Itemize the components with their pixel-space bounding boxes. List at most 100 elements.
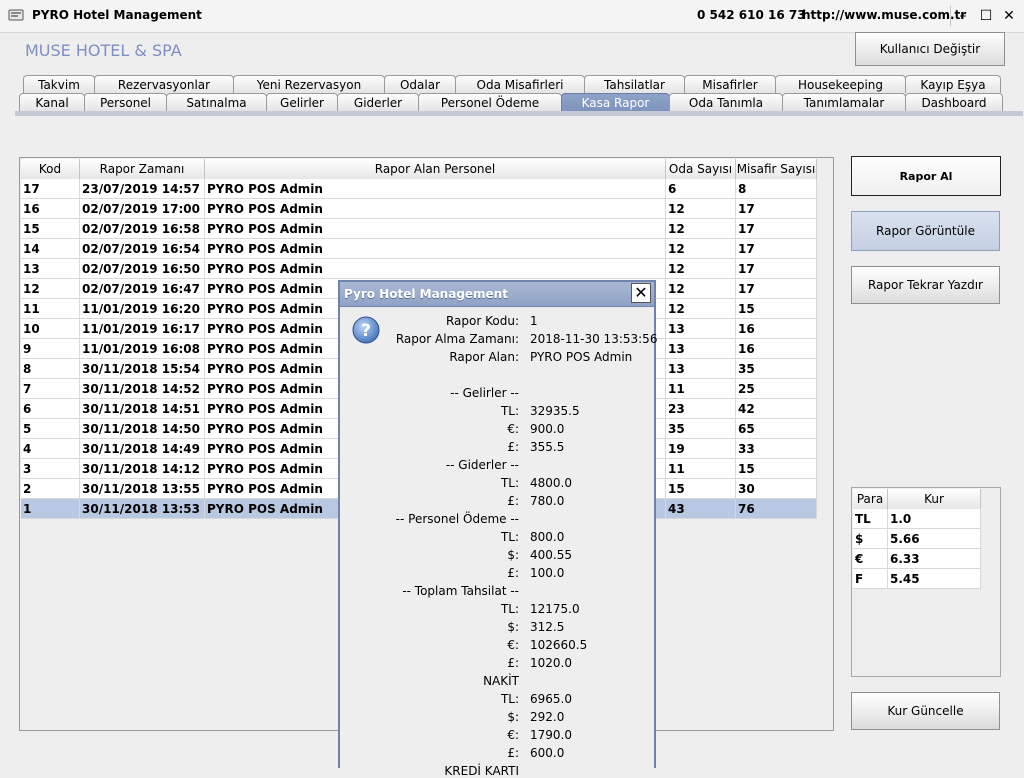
column-header-misafir-sayisi[interactable]: Misafir Sayısı bbox=[736, 159, 817, 179]
dialog-value: 32935.5 bbox=[530, 404, 580, 418]
tab-personel-odeme[interactable]: Personel Ödeme bbox=[418, 93, 562, 111]
cell-misafir-sayisi: 65 bbox=[736, 419, 817, 439]
cell-kod: 9 bbox=[21, 339, 80, 359]
take-report-button[interactable]: Rapor Al bbox=[851, 156, 1001, 196]
cell-rapor-zamani: 30/11/2018 14:51 bbox=[80, 399, 205, 419]
cell-rapor-zamani: 30/11/2018 14:52 bbox=[80, 379, 205, 399]
cell-kod: 14 bbox=[21, 239, 80, 259]
table-row[interactable]: 15 02/07/2019 16:58 PYRO POS Admin 12 17 bbox=[21, 219, 817, 239]
cell-kod: 3 bbox=[21, 459, 80, 479]
column-header-oda-sayisi[interactable]: Oda Sayısı bbox=[666, 159, 736, 179]
cell-oda-sayisi: 12 bbox=[666, 239, 736, 259]
dialog-value: 400.55 bbox=[530, 548, 572, 562]
rate-currency: TL bbox=[853, 509, 888, 529]
table-row[interactable]: 14 02/07/2019 16:54 PYRO POS Admin 12 17 bbox=[21, 239, 817, 259]
cell-oda-sayisi: 13 bbox=[666, 319, 736, 339]
rate-row[interactable]: €6.33 bbox=[853, 549, 981, 569]
rate-value: 1.0 bbox=[888, 509, 981, 529]
tab-satinalma[interactable]: Satınalma bbox=[166, 93, 267, 111]
dialog-label: Rapor Alma Zamanı: bbox=[395, 332, 519, 346]
dialog-value: 1 bbox=[530, 314, 538, 328]
tab-personel[interactable]: Personel bbox=[84, 93, 167, 111]
cell-rapor-zamani: 02/07/2019 17:00 bbox=[80, 199, 205, 219]
column-header-para[interactable]: Para bbox=[853, 489, 888, 509]
tab-rezervasyonlar[interactable]: Rezervasyonlar bbox=[94, 75, 234, 93]
tab-tanimlamalar[interactable]: Tanımlamalar bbox=[782, 93, 906, 111]
tab-kayip-esya[interactable]: Kayıp Eşya bbox=[905, 75, 1001, 93]
cell-rapor-zamani: 02/07/2019 16:50 bbox=[80, 259, 205, 279]
cell-misafir-sayisi: 42 bbox=[736, 399, 817, 419]
title-separator bbox=[950, 6, 951, 26]
dialog-value: 900.0 bbox=[530, 422, 565, 436]
dialog-titlebar[interactable]: Pyro Hotel Management ✕ bbox=[340, 282, 654, 307]
tab-kanal[interactable]: Kanal bbox=[19, 93, 85, 111]
tab-giderler[interactable]: Giderler bbox=[337, 93, 419, 111]
cell-oda-sayisi: 43 bbox=[666, 499, 736, 519]
table-row[interactable]: 16 02/07/2019 17:00 PYRO POS Admin 12 17 bbox=[21, 199, 817, 219]
tab-dashboard[interactable]: Dashboard bbox=[905, 93, 1003, 111]
dialog-value: 12175.0 bbox=[530, 602, 580, 616]
exchange-rate-table[interactable]: Para Kur TL 1.0 $5.66 €6.33 F 5.45 bbox=[851, 487, 1001, 677]
reprint-report-button[interactable]: Rapor Tekrar Yazdır bbox=[851, 266, 1000, 304]
column-header-kod[interactable]: Kod bbox=[21, 159, 80, 179]
rate-table-header: Para Kur bbox=[853, 489, 981, 509]
cell-personel: PYRO POS Admin bbox=[205, 179, 666, 199]
cell-kod: 11 bbox=[21, 299, 80, 319]
dialog-label: $: bbox=[507, 620, 519, 634]
view-report-button[interactable]: Rapor Görüntüle bbox=[851, 211, 1000, 251]
cell-misafir-sayisi: 17 bbox=[736, 239, 817, 259]
table-row[interactable]: 17 23/07/2019 14:57 PYRO POS Admin 6 8 bbox=[21, 179, 817, 199]
switch-user-button[interactable]: Kullanıcı Değiştir bbox=[855, 32, 1005, 66]
dialog-label: €: bbox=[507, 638, 519, 652]
tab-kasa-rapor[interactable]: Kasa Rapor bbox=[561, 93, 670, 111]
rate-currency: € bbox=[853, 549, 888, 569]
table-row[interactable]: 13 02/07/2019 16:50 PYRO POS Admin 12 17 bbox=[21, 259, 817, 279]
cell-rapor-zamani: 02/07/2019 16:54 bbox=[80, 239, 205, 259]
dialog-value: 292.0 bbox=[530, 710, 565, 724]
cell-oda-sayisi: 6 bbox=[666, 179, 736, 199]
dialog-label: -- Gelirler -- bbox=[450, 386, 519, 400]
dialog-close-button[interactable]: ✕ bbox=[631, 283, 651, 303]
rate-value: 6.33 bbox=[888, 549, 981, 569]
close-window-button[interactable]: ✕ bbox=[999, 6, 1019, 26]
dialog-label: €: bbox=[507, 422, 519, 436]
cell-kod: 5 bbox=[21, 419, 80, 439]
cell-kod: 8 bbox=[21, 359, 80, 379]
tab-tahsilatlar[interactable]: Tahsilatlar bbox=[584, 75, 685, 93]
rate-row[interactable]: TL 1.0 bbox=[853, 509, 981, 529]
tab-misafirler[interactable]: Misafirler bbox=[684, 75, 776, 93]
cell-rapor-zamani: 30/11/2018 13:53 bbox=[80, 499, 205, 519]
dialog-label: NAKİT bbox=[483, 674, 519, 688]
cell-personel: PYRO POS Admin bbox=[205, 219, 666, 239]
tab-housekeeping[interactable]: Housekeeping bbox=[775, 75, 906, 93]
website-url[interactable]: http://www.muse.com.tr bbox=[802, 8, 966, 22]
column-header-kur[interactable]: Kur bbox=[888, 489, 981, 509]
tab-odalar[interactable]: Odalar bbox=[384, 75, 456, 93]
rate-value: 5.66 bbox=[888, 529, 981, 549]
dialog-label: TL: bbox=[500, 530, 519, 544]
cell-oda-sayisi: 13 bbox=[666, 339, 736, 359]
column-header-rapor-alan-personel[interactable]: Rapor Alan Personel bbox=[205, 159, 666, 179]
cell-rapor-zamani: 30/11/2018 13:55 bbox=[80, 479, 205, 499]
maximize-button[interactable]: ☐ bbox=[976, 6, 996, 26]
minimize-button[interactable]: – bbox=[953, 6, 973, 26]
update-rates-button[interactable]: Kur Güncelle bbox=[851, 692, 1000, 730]
cell-kod: 13 bbox=[21, 259, 80, 279]
tab-takvim[interactable]: Takvim bbox=[23, 75, 95, 93]
dialog-label: £: bbox=[507, 566, 519, 580]
tab-gelirler[interactable]: Gelirler bbox=[266, 93, 338, 111]
tab-oda-tanimla[interactable]: Oda Tanımla bbox=[669, 93, 783, 111]
column-header-rapor-zamani[interactable]: Rapor Zamanı bbox=[80, 159, 205, 179]
rate-row[interactable]: F 5.45 bbox=[853, 569, 981, 589]
rate-row[interactable]: $5.66 bbox=[853, 529, 981, 549]
cell-personel: PYRO POS Admin bbox=[205, 259, 666, 279]
cell-oda-sayisi: 15 bbox=[666, 479, 736, 499]
tab-oda-misafirleri[interactable]: Oda Misafirleri bbox=[455, 75, 585, 93]
tab-yeni-rezervasyon[interactable]: Yeni Rezervasyon bbox=[233, 75, 385, 93]
cell-oda-sayisi: 11 bbox=[666, 379, 736, 399]
cell-kod: 2 bbox=[21, 479, 80, 499]
dialog-label: €: bbox=[507, 728, 519, 742]
cell-misafir-sayisi: 33 bbox=[736, 439, 817, 459]
cell-misafir-sayisi: 17 bbox=[736, 199, 817, 219]
dialog-value: 102660.5 bbox=[530, 638, 588, 652]
